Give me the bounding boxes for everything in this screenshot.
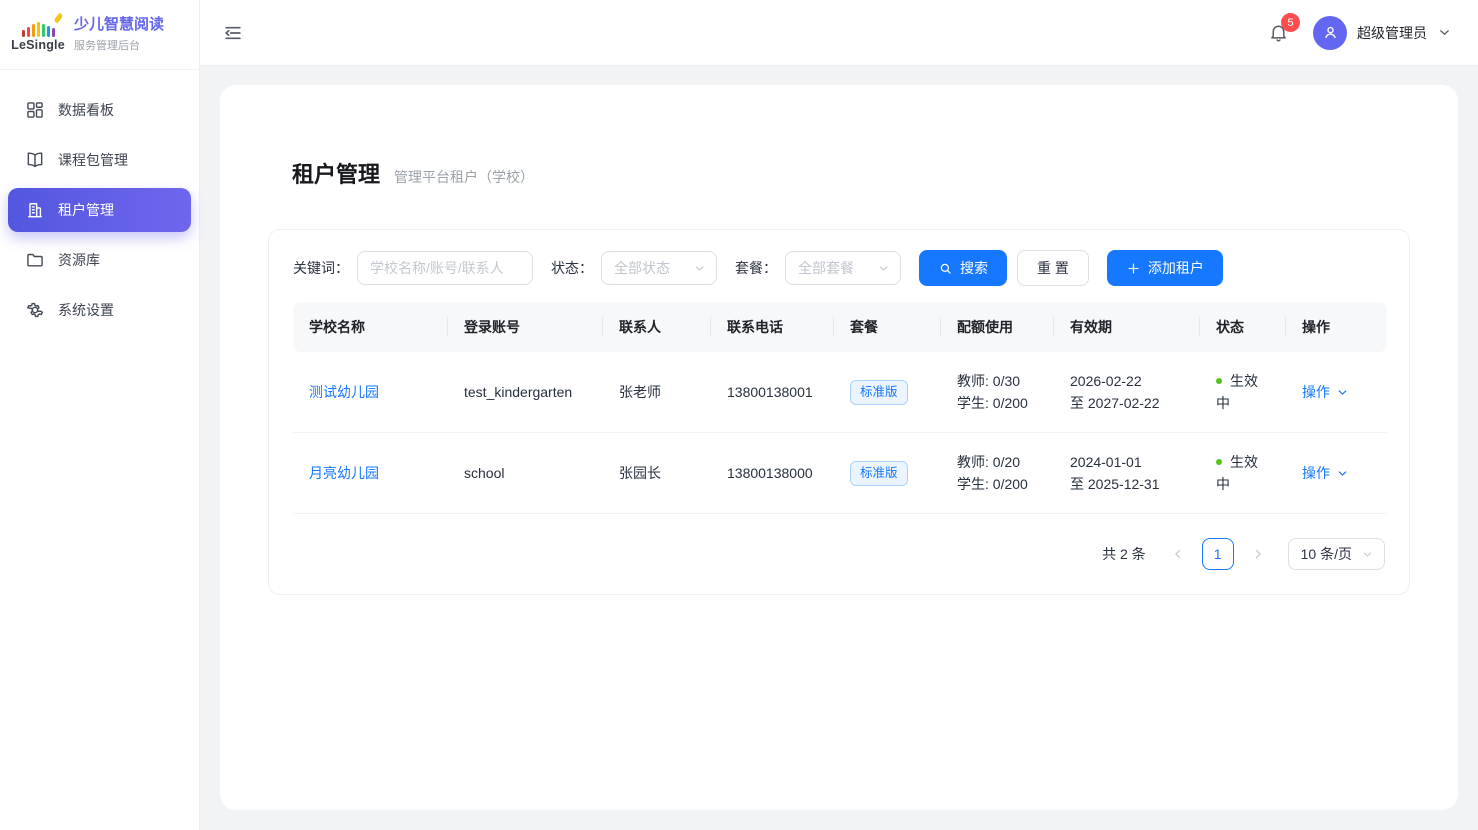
page-title: 租户管理 <box>292 157 380 189</box>
building-icon <box>25 200 45 220</box>
table-header-row: 学校名称 登录账号 联系人 联系电话 套餐 配额使用 有效期 状态 操作 <box>293 302 1387 352</box>
sidebar-item-label: 系统设置 <box>58 300 114 320</box>
contact-name: 张老师 <box>603 352 711 433</box>
status-dot <box>1216 459 1222 465</box>
search-icon <box>938 261 953 276</box>
page-number-button[interactable]: 1 <box>1202 538 1234 570</box>
status-badge: 生效中 <box>1216 454 1258 492</box>
gear-icon <box>25 300 45 320</box>
col-plan: 套餐 <box>834 302 941 352</box>
row-actions-dropdown[interactable]: 操作 <box>1302 381 1349 403</box>
quota-cell: 教师: 0/20 学生: 0/200 <box>941 433 1054 514</box>
contact-name: 张园长 <box>603 433 711 514</box>
main-area: 5 超级管理员 租户管理 管理平台租户（学校） 关键词： <box>200 0 1478 830</box>
notification-count-badge: 5 <box>1281 13 1300 32</box>
quota-cell: 教师: 0/30 学生: 0/200 <box>941 352 1054 433</box>
tenant-table: 学校名称 登录账号 联系人 联系电话 套餐 配额使用 有效期 状态 操作 <box>293 302 1387 514</box>
status-select[interactable]: 全部状态 <box>601 251 717 285</box>
chevron-down-icon <box>693 262 706 275</box>
search-button[interactable]: 搜索 <box>919 250 1007 286</box>
brand-title: 少儿智慧阅读 <box>74 16 164 35</box>
sidebar-collapse-icon[interactable] <box>222 22 244 44</box>
status-badge: 生效中 <box>1216 373 1258 411</box>
status-cell: 生效中 <box>1200 352 1286 433</box>
book-icon <box>25 150 45 170</box>
sidebar-item-dashboard[interactable]: 数据看板 <box>8 88 191 132</box>
login-account: school <box>448 433 603 514</box>
row-actions-dropdown[interactable]: 操作 <box>1302 462 1349 484</box>
school-name-link[interactable]: 测试幼儿园 <box>309 384 379 400</box>
folder-icon <box>25 250 45 270</box>
sidebar-item-label: 课程包管理 <box>58 150 128 170</box>
school-name-link[interactable]: 月亮幼儿园 <box>309 465 379 481</box>
sidebar-item-tenant-management[interactable]: 租户管理 <box>8 188 191 232</box>
contact-phone: 13800138000 <box>711 433 834 514</box>
sidebar-item-label: 资源库 <box>58 250 100 270</box>
next-page-icon[interactable] <box>1244 540 1272 568</box>
col-phone: 联系电话 <box>711 302 834 352</box>
notification-bell-icon[interactable]: 5 <box>1268 22 1289 43</box>
sidebar-item-label: 数据看板 <box>58 100 114 120</box>
sidebar-item-resource-library[interactable]: 资源库 <box>8 238 191 282</box>
pagination-total: 共 2 条 <box>1102 544 1146 564</box>
brand-area: LeSingle 少儿智慧阅读 服务管理后台 <box>0 0 199 70</box>
validity-cell: 2024-01-01 至 2025-12-31 <box>1054 433 1200 514</box>
status-dot <box>1216 378 1222 384</box>
filter-bar: 关键词： 状态： 全部状态 套餐： 全部套餐 搜索 <box>293 250 1385 286</box>
plan-tag: 标准版 <box>850 461 908 486</box>
add-tenant-button[interactable]: 添加租户 <box>1107 250 1223 286</box>
chevron-down-icon <box>877 262 890 275</box>
brand-logo-icon: LeSingle <box>12 17 64 52</box>
login-account: test_kindergarten <box>448 352 603 433</box>
user-menu[interactable]: 超级管理员 <box>1313 16 1452 50</box>
status-cell: 生效中 <box>1200 433 1286 514</box>
table-row: 测试幼儿园 test_kindergarten 张老师 13800138001 … <box>293 352 1387 433</box>
plan-tag: 标准版 <box>850 380 908 405</box>
pagination: 共 2 条 1 10 条/页 <box>293 538 1385 570</box>
status-label: 状态： <box>551 258 593 278</box>
page-size-select[interactable]: 10 条/页 <box>1288 538 1385 570</box>
col-validity: 有效期 <box>1054 302 1200 352</box>
plan-label: 套餐： <box>735 258 777 278</box>
plus-icon <box>1126 261 1141 276</box>
plan-select[interactable]: 全部套餐 <box>785 251 901 285</box>
topbar: 5 超级管理员 <box>200 0 1478 66</box>
page-content: 租户管理 管理平台租户（学校） 关键词： 状态： 全部状态 套餐： 全部套餐 <box>200 66 1478 830</box>
col-school-name: 学校名称 <box>293 302 448 352</box>
col-login-account: 登录账号 <box>448 302 603 352</box>
reset-button[interactable]: 重 置 <box>1017 250 1089 286</box>
validity-cell: 2026-02-22 至 2027-02-22 <box>1054 352 1200 433</box>
sidebar-menu: 数据看板 课程包管理 租户管理 资源库 系统设置 <box>0 70 199 350</box>
col-actions: 操作 <box>1286 302 1387 352</box>
avatar <box>1313 16 1347 50</box>
col-status: 状态 <box>1200 302 1286 352</box>
tenant-panel: 关键词： 状态： 全部状态 套餐： 全部套餐 搜索 <box>268 229 1410 595</box>
keyword-label: 关键词： <box>293 258 349 278</box>
sidebar: LeSingle 少儿智慧阅读 服务管理后台 数据看板 课程包管理 租户管理 <box>0 0 200 830</box>
chevron-down-icon <box>1361 548 1374 561</box>
chevron-down-icon <box>1336 386 1349 399</box>
page-subtitle: 管理平台租户（学校） <box>394 167 534 187</box>
chevron-down-icon <box>1336 467 1349 480</box>
content-card: 租户管理 管理平台租户（学校） 关键词： 状态： 全部状态 套餐： 全部套餐 <box>220 85 1458 810</box>
col-quota: 配额使用 <box>941 302 1054 352</box>
brand-logo-text: LeSingle <box>11 38 65 52</box>
sidebar-item-system-settings[interactable]: 系统设置 <box>8 288 191 332</box>
col-contact: 联系人 <box>603 302 711 352</box>
user-name: 超级管理员 <box>1357 23 1427 43</box>
contact-phone: 13800138001 <box>711 352 834 433</box>
sidebar-item-label: 租户管理 <box>58 200 114 220</box>
chevron-down-icon <box>1437 25 1452 40</box>
prev-page-icon[interactable] <box>1164 540 1192 568</box>
sidebar-item-course-packages[interactable]: 课程包管理 <box>8 138 191 182</box>
dashboard-icon <box>25 100 45 120</box>
table-row: 月亮幼儿园 school 张园长 13800138000 标准版 教师: 0/2… <box>293 433 1387 514</box>
keyword-input[interactable] <box>357 251 533 285</box>
brand-subtitle: 服务管理后台 <box>74 37 164 53</box>
